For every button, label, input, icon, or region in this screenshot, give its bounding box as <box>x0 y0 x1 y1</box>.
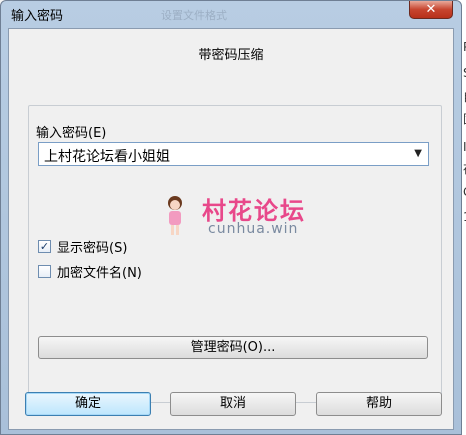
dialog-heading: 带密码压缩 <box>198 48 264 63</box>
password-combobox[interactable]: 上村花论坛看小姐姐 ▼ <box>38 142 429 166</box>
manage-passwords-button[interactable]: 管理密码(O)... <box>38 336 428 359</box>
close-icon: ✕ <box>425 2 437 17</box>
chevron-down-icon[interactable]: ▼ <box>414 148 422 159</box>
cancel-button[interactable]: 取消 <box>170 392 296 416</box>
dialog-client-area: 带密码压缩 输入密码(E) 上村花论坛看小姐姐 ▼ 村花论坛 cunhua.wi… <box>8 28 454 430</box>
encrypt-filenames-checkbox[interactable] <box>38 264 51 278</box>
encrypt-filenames-label[interactable]: 加密文件名(N) <box>57 262 142 281</box>
show-password-label[interactable]: 显示密码(S) <box>57 237 127 256</box>
window-title: 输入密码 <box>11 9 64 24</box>
title-bar[interactable]: 输入密码 设置文件格式 ✕ <box>1 1 461 27</box>
encrypt-filenames-option[interactable]: 加密文件名(N) <box>38 262 142 281</box>
help-button[interactable]: 帮助 <box>316 392 442 416</box>
show-password-checkbox[interactable]: ✓ <box>38 239 51 253</box>
ok-button[interactable]: 确定 <box>25 392 151 416</box>
show-password-option[interactable]: ✓ 显示密码(S) <box>38 237 127 256</box>
watermark-subtitle: cunhua.win <box>208 221 299 237</box>
password-input[interactable]: 上村花论坛看小姐姐 <box>44 146 170 166</box>
password-label: 输入密码(E) <box>36 126 107 141</box>
watermark: 村花论坛 cunhua.win <box>156 189 316 249</box>
close-button[interactable]: ✕ <box>409 1 453 19</box>
girl-mascot-icon <box>168 196 182 235</box>
password-dialog: 输入密码 设置文件格式 ✕ 带密码压缩 输入密码(E) 上村花论坛看小姐姐 ▼ … <box>0 0 462 435</box>
background-window-title: 设置文件格式 <box>161 9 227 22</box>
